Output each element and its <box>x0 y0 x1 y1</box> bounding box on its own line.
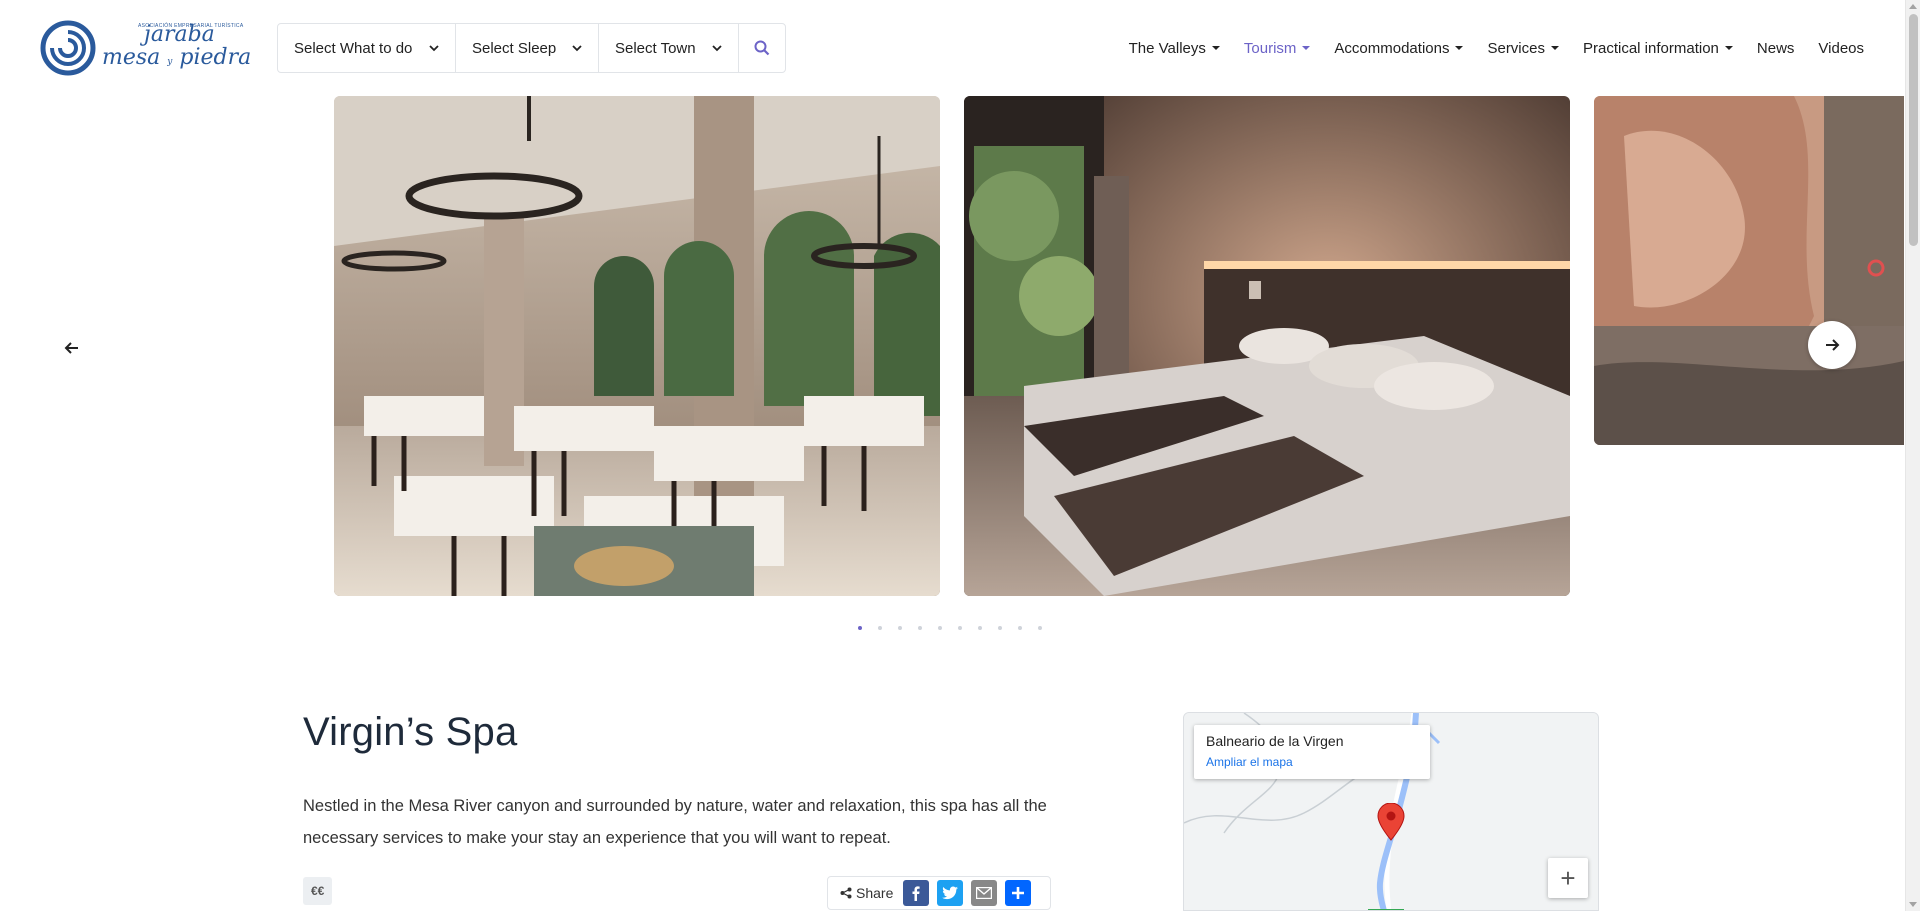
arrow-left-icon <box>64 342 78 354</box>
chevron-down-icon <box>429 45 439 52</box>
main-nav: The Valleys Tourism Accommodations Servi… <box>1105 23 1864 73</box>
facebook-icon <box>912 886 920 901</box>
logo-mesa-piedra: mesa y piedra <box>102 45 252 70</box>
share-label: Share <box>856 885 894 901</box>
site-logo[interactable]: ASOCIACIÓN EMPRESARIAL TURÍSTICA jaraba … <box>40 20 252 76</box>
caret-down-icon <box>1455 46 1464 50</box>
carousel-next-button[interactable] <box>1808 321 1856 369</box>
carousel-dot[interactable] <box>1038 626 1042 630</box>
twitter-icon <box>942 886 959 900</box>
scroll-thumb[interactable] <box>1909 14 1918 246</box>
scroll-up-icon[interactable] <box>1909 4 1917 9</box>
email-icon <box>976 887 993 899</box>
logo-jaraba: jaraba <box>144 22 215 47</box>
carousel-dot[interactable] <box>918 626 922 630</box>
map-zoom-in-button[interactable]: + <box>1548 858 1588 898</box>
caret-down-icon <box>1551 46 1559 50</box>
select-what-to-do[interactable]: Select What to do <box>278 24 456 72</box>
caret-down-icon <box>1302 46 1311 50</box>
map-pin-icon[interactable] <box>1377 803 1405 841</box>
chevron-down-icon <box>712 45 722 52</box>
bedroom-photo <box>964 96 1570 596</box>
search-icon <box>754 40 770 56</box>
carousel-dot[interactable] <box>1018 626 1022 630</box>
carousel-dot[interactable] <box>978 626 982 630</box>
carousel-prev-button[interactable] <box>55 331 89 365</box>
share-email-button[interactable] <box>971 880 998 906</box>
caret-down-icon <box>1211 46 1220 50</box>
location-map[interactable]: Balneario de la Virgen Ampliar el mapa + <box>1183 712 1599 911</box>
carousel-slide-restaurant[interactable] <box>334 96 940 596</box>
carousel-slide-river[interactable] <box>1594 96 1904 445</box>
plus-icon <box>1012 887 1025 899</box>
carousel-dot[interactable] <box>958 626 962 630</box>
caret-down-icon <box>1724 46 1733 50</box>
select-sleep[interactable]: Select Sleep <box>456 24 599 72</box>
carousel-slide-bedroom[interactable] <box>964 96 1570 596</box>
search-filters: Select What to do Select Sleep Select To… <box>277 23 786 73</box>
price-badge: €€ <box>303 877 333 905</box>
share-more-button[interactable] <box>1005 880 1032 906</box>
restaurant-photo <box>334 96 940 596</box>
nav-practical-information[interactable]: Practical information <box>1583 40 1733 57</box>
river-photo <box>1594 96 1904 445</box>
share-bar: Share <box>827 876 1051 910</box>
page-title: Virgin’s Spa <box>303 710 518 754</box>
page-scrollbar[interactable] <box>1905 0 1920 911</box>
carousel-dot[interactable] <box>898 626 902 630</box>
select-town[interactable]: Select Town <box>599 24 739 72</box>
nav-news[interactable]: News <box>1757 40 1795 57</box>
map-place-name: Balneario de la Virgen <box>1206 733 1344 749</box>
carousel-dot[interactable] <box>878 626 882 630</box>
nav-services[interactable]: Services <box>1487 40 1559 57</box>
carousel-dot[interactable] <box>998 626 1002 630</box>
search-button[interactable] <box>739 24 785 72</box>
nav-videos[interactable]: Videos <box>1818 40 1864 57</box>
carousel-dot[interactable] <box>858 626 862 630</box>
nav-tourism[interactable]: Tourism <box>1244 40 1311 57</box>
share-facebook-button[interactable] <box>903 880 930 906</box>
spiral-logo-icon <box>40 20 96 76</box>
share-icon <box>840 887 852 899</box>
share-twitter-button[interactable] <box>937 880 964 906</box>
scroll-down-icon[interactable] <box>1909 902 1917 907</box>
map-enlarge-link[interactable]: Ampliar el mapa <box>1206 755 1418 769</box>
carousel-dot[interactable] <box>938 626 942 630</box>
map-info-card: Balneario de la Virgen Ampliar el mapa <box>1194 725 1430 779</box>
carousel-dots <box>858 626 1058 630</box>
page-description: Nestled in the Mesa River canyon and sur… <box>303 797 1047 847</box>
nav-accommodations[interactable]: Accommodations <box>1334 40 1464 57</box>
arrow-right-icon <box>1826 339 1840 351</box>
chevron-down-icon <box>572 45 582 52</box>
nav-the-valleys[interactable]: The Valleys <box>1129 40 1220 57</box>
